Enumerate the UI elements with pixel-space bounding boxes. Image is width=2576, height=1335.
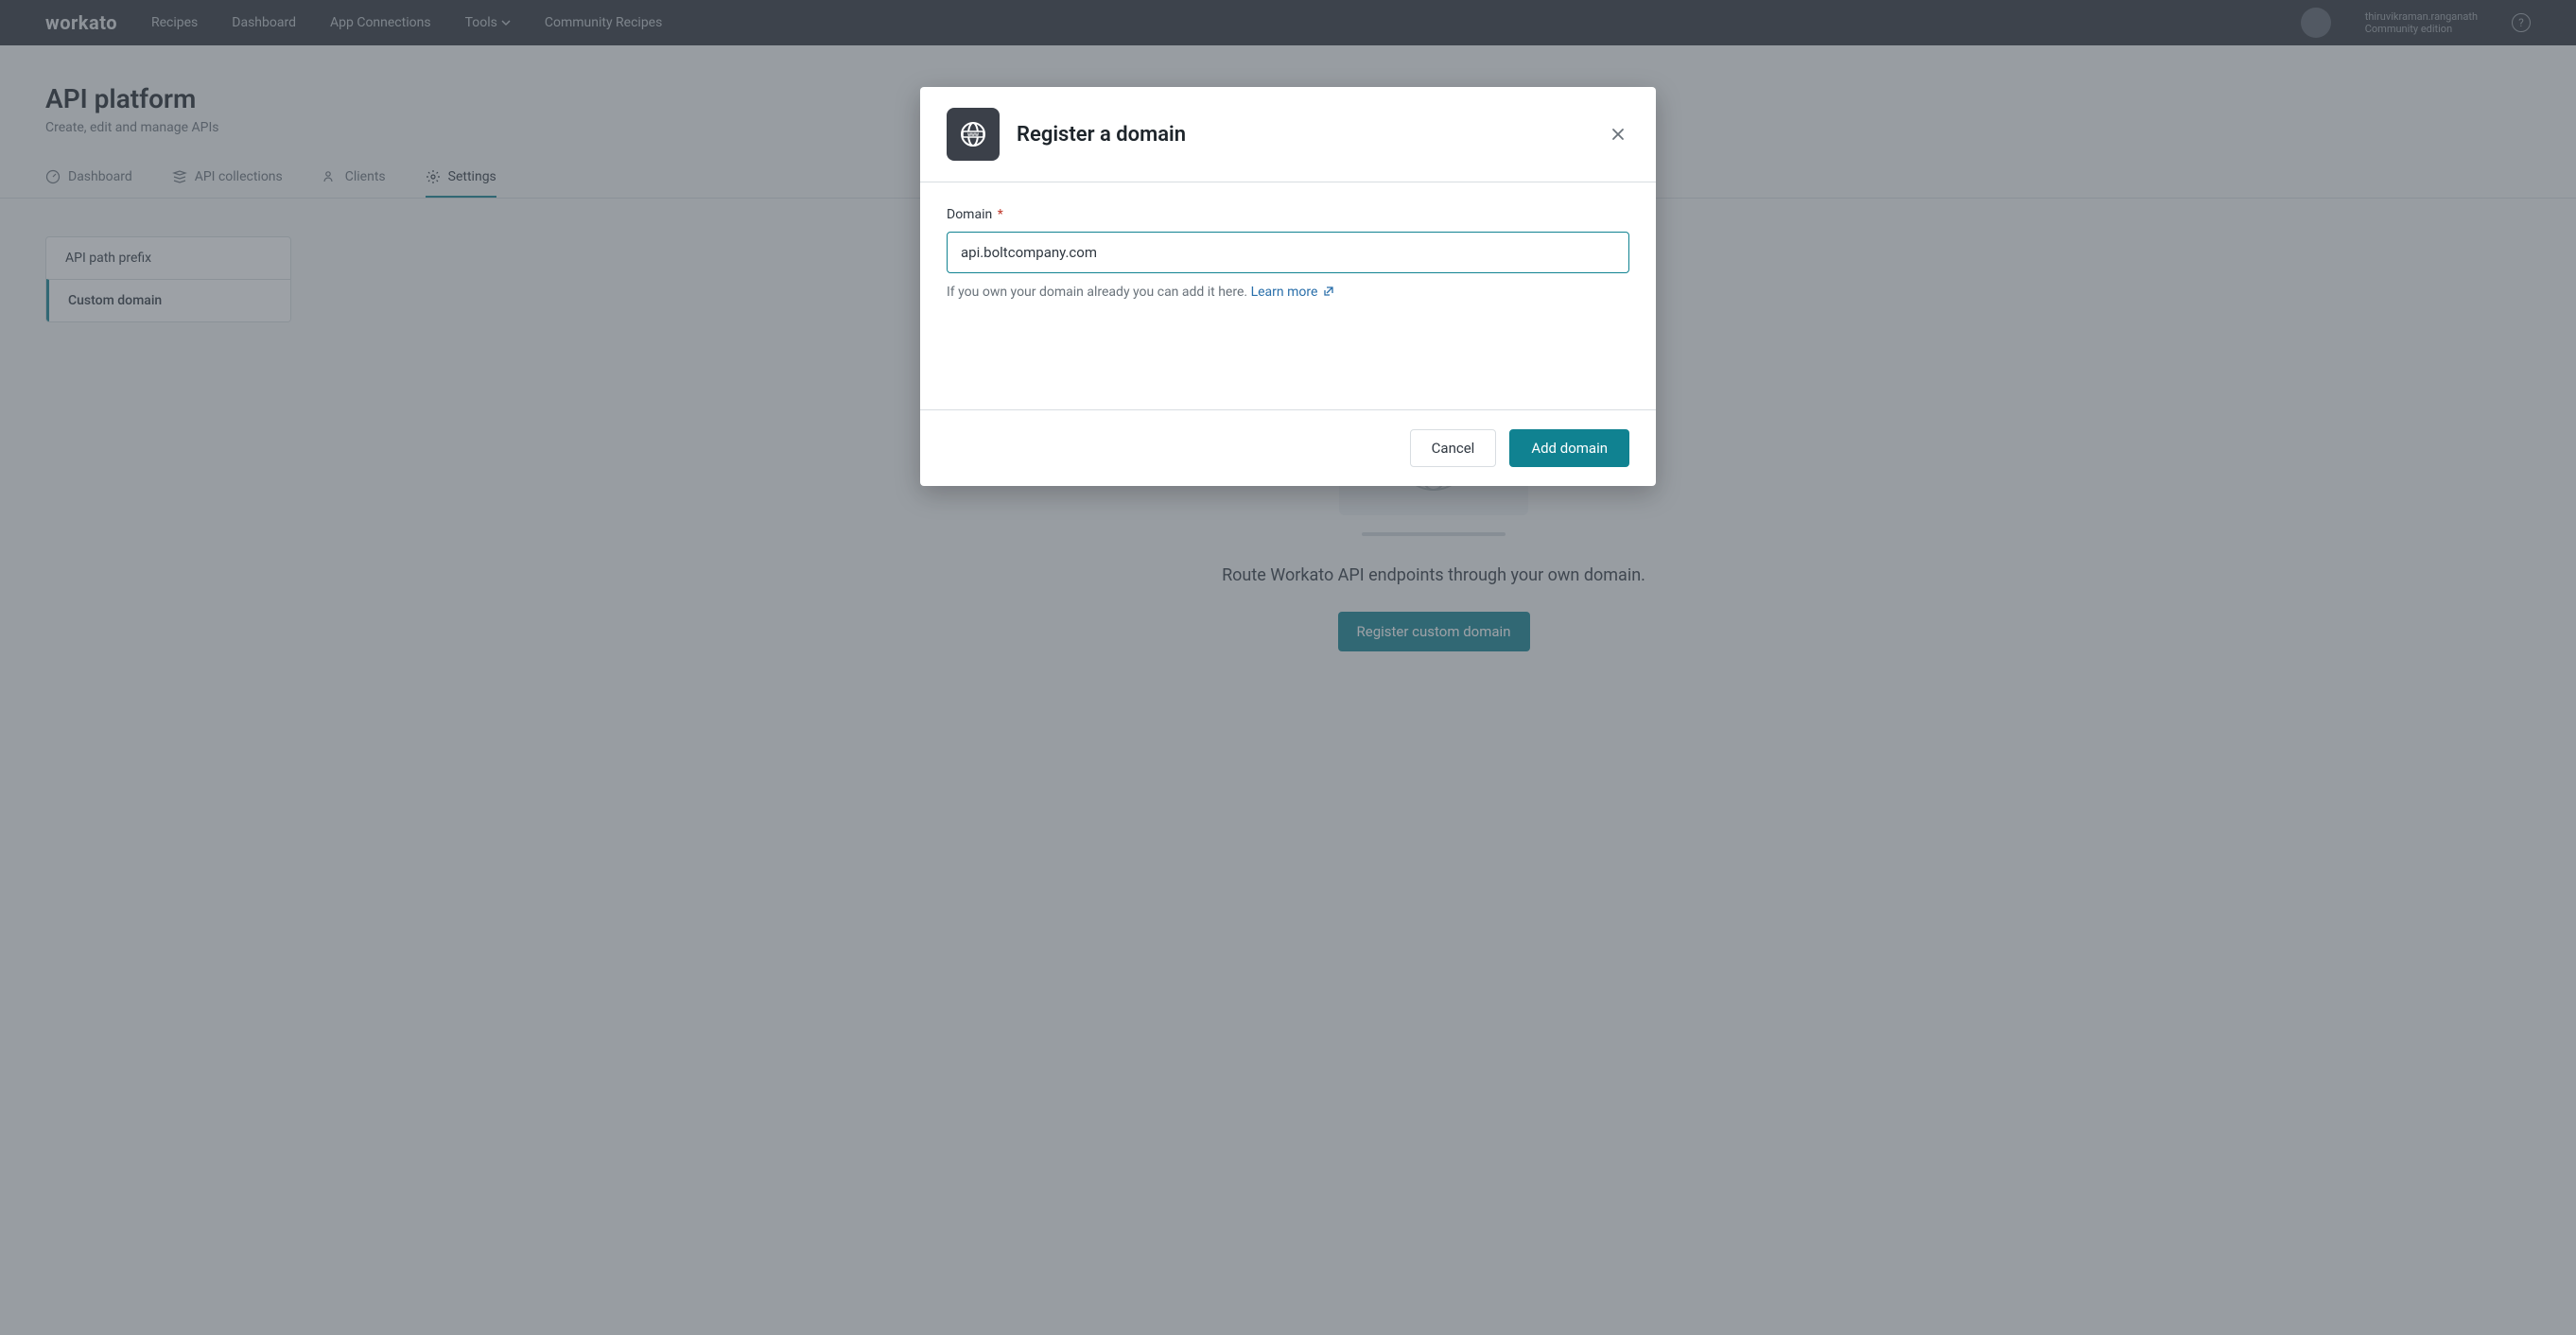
- required-mark: *: [998, 207, 1003, 222]
- modal-body: Domain * If you own your domain already …: [920, 182, 1656, 409]
- close-button[interactable]: [1607, 123, 1629, 146]
- cancel-button[interactable]: Cancel: [1410, 429, 1497, 467]
- domain-help-line: If you own your domain already you can a…: [947, 285, 1247, 300]
- external-link-icon: [1323, 286, 1334, 297]
- modal-overlay: WWW Register a domain Domain * If you ow…: [0, 0, 2576, 1335]
- learn-more-link[interactable]: Learn more: [1251, 285, 1334, 300]
- www-icon: WWW: [947, 108, 1000, 161]
- domain-field-label: Domain *: [947, 207, 1629, 222]
- modal-footer: Cancel Add domain: [920, 409, 1656, 486]
- svg-text:WWW: WWW: [967, 132, 979, 138]
- domain-input[interactable]: [947, 232, 1629, 273]
- modal-title: Register a domain: [1017, 123, 1186, 147]
- learn-more-text: Learn more: [1251, 285, 1318, 300]
- domain-label-text: Domain: [947, 207, 992, 222]
- add-domain-button[interactable]: Add domain: [1509, 429, 1629, 467]
- register-domain-modal: WWW Register a domain Domain * If you ow…: [920, 87, 1656, 486]
- domain-help-text: If you own your domain already you can a…: [947, 285, 1629, 300]
- close-icon: [1611, 128, 1625, 141]
- modal-header: WWW Register a domain: [920, 87, 1656, 182]
